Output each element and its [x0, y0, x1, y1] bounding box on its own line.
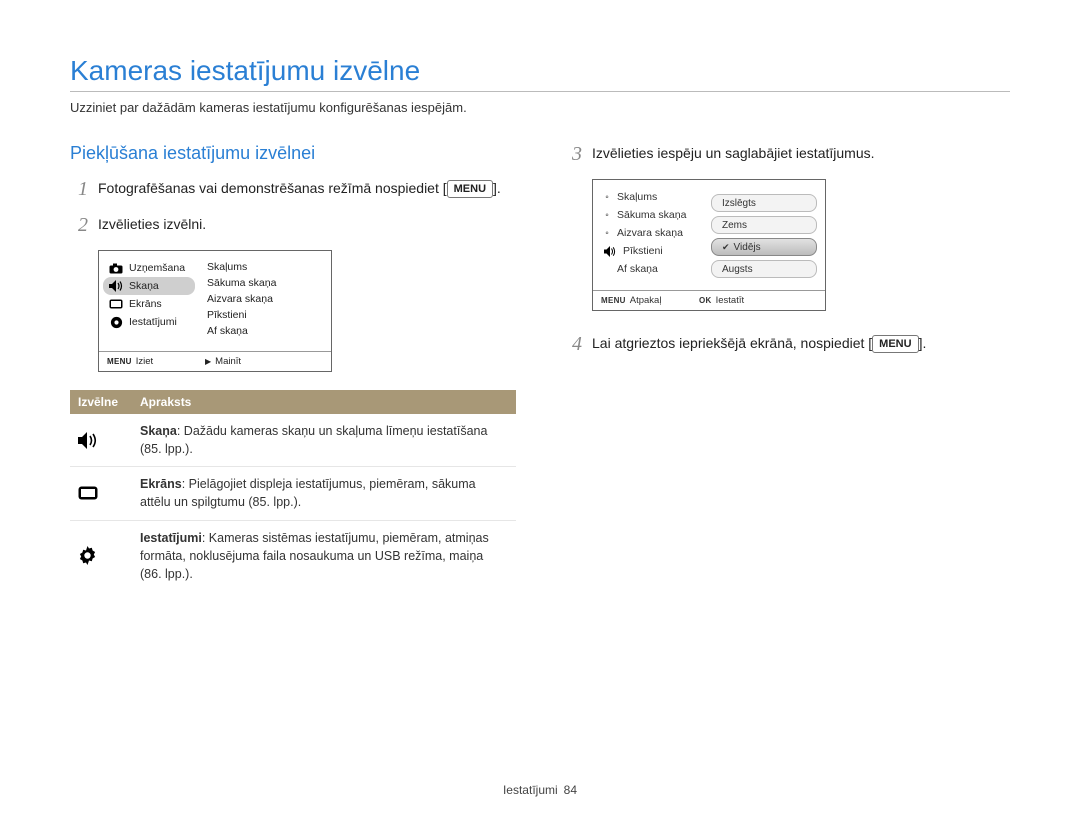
step-number-4: 4 — [564, 333, 582, 355]
step-1-text: Fotografēšanas vai demonstrēšanas režīmā… — [98, 178, 516, 200]
sound-option-start: Sākuma skaņa — [205, 275, 331, 291]
table-header-description: Apraksts — [132, 390, 516, 414]
row-icon-settings — [70, 520, 132, 591]
menu-tab-sound: Skaņa — [103, 277, 195, 295]
row-icon-display — [70, 467, 132, 520]
step-2-text: Izvēlieties izvēlni. — [98, 214, 516, 236]
step-number-2: 2 — [70, 214, 88, 236]
row-icon-sound — [70, 414, 132, 467]
menu-description-table: Izvēlne Apraksts Skaņa: Dažādu kameras s… — [70, 390, 516, 591]
row-desc-display: Ekrāns: Pielāgojiet displeja iestatījumu… — [132, 467, 516, 520]
step-number-1: 1 — [70, 178, 88, 200]
sound-icon — [109, 280, 123, 292]
submenu-item-shutter-sound: ◦ Aizvara skaņa — [593, 224, 705, 242]
sound-option-af: Af skaņa — [205, 323, 331, 339]
section-heading-access: Piekļūšana iestatījumu izvēlnei — [70, 143, 516, 164]
sound-option-shutter: Aizvara skaņa — [205, 291, 331, 307]
camera-menu-screenshot-2: ◦ Skaļums ◦ Sākuma skaņa ◦ Aizvara skaņa — [592, 179, 826, 311]
footer-back-hint: MENUAtpakaļ — [593, 295, 693, 306]
menu-tab-shooting: Uzņemšana — [99, 259, 199, 277]
submenu-item-af-sound: Af skaņa — [593, 260, 705, 278]
step-3-text: Izvēlieties iespēju un saglabājiet iesta… — [592, 143, 1010, 165]
submenu-item-volume: ◦ Skaļums — [593, 188, 705, 206]
sound-option-beep: Pīkstieni — [205, 307, 331, 323]
row-desc-settings: Iestatījumi: Kameras sistēmas iestatījum… — [132, 520, 516, 591]
submenu-item-beep: Pīkstieni — [593, 242, 705, 260]
footer-set-hint: OKIestatīt — [693, 295, 825, 306]
gear-icon — [109, 316, 123, 328]
page-footer: Iestatījumi84 — [0, 783, 1080, 797]
check-icon: ✔ — [722, 242, 730, 253]
page-title: Kameras iestatījumu izvēlne — [70, 55, 1010, 92]
menu-key-pill: MENU — [447, 180, 493, 198]
page-subtitle: Uzziniet par dažādām kameras iestatījumu… — [70, 100, 1010, 115]
camera-icon — [109, 262, 123, 274]
volume-option-high: Augsts — [711, 260, 817, 278]
volume-option-off: Izslēgts — [711, 194, 817, 212]
sound-icon — [603, 245, 617, 257]
row-desc-sound: Skaņa: Dažādu kameras skaņu un skaļuma l… — [132, 414, 516, 467]
sound-option-volume: Skaļums — [205, 259, 331, 275]
camera-menu-screenshot-1: Uzņemšana Skaņa Ekrāns — [98, 250, 332, 372]
footer-change-hint: ▶Mainīt — [199, 356, 331, 367]
submenu-item-start-sound: ◦ Sākuma skaņa — [593, 206, 705, 224]
table-header-menu: Izvēlne — [70, 390, 132, 414]
step-4-text: Lai atgrieztos iepriekšējā ekrānā, nospi… — [592, 333, 1010, 355]
volume-option-low: Zems — [711, 216, 817, 234]
step-number-3: 3 — [564, 143, 582, 165]
footer-exit-hint: MENUIziet — [99, 356, 199, 367]
volume-option-medium: ✔Vidējs — [711, 238, 817, 256]
display-icon — [109, 298, 123, 310]
menu-key-pill: MENU — [872, 335, 918, 353]
menu-tab-settings: Iestatījumi — [99, 313, 199, 331]
menu-tab-display: Ekrāns — [99, 295, 199, 313]
